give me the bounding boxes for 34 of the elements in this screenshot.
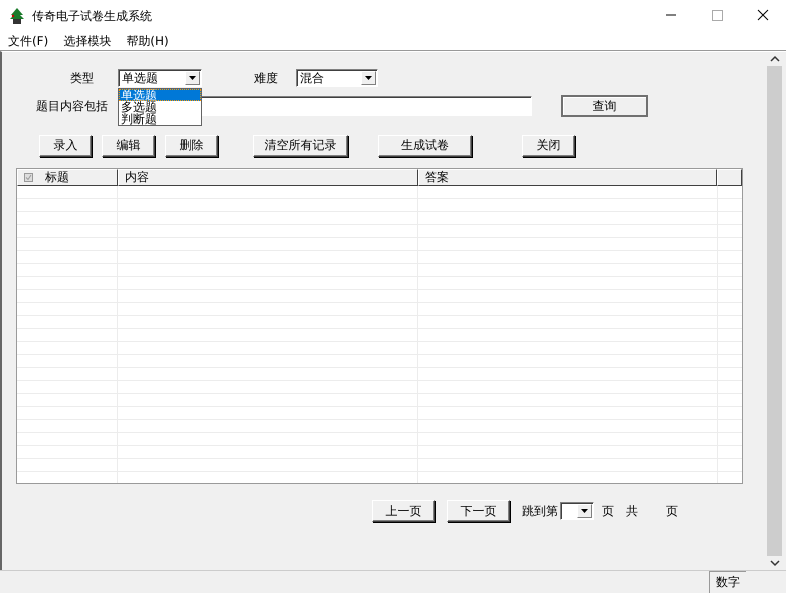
dropdown-option[interactable]: 判断题 (119, 113, 201, 125)
toolbar-button[interactable]: 生成试卷 (378, 134, 472, 156)
toolbar-button[interactable]: 删除 (165, 134, 218, 156)
scroll-down-icon[interactable] (768, 559, 780, 567)
column-header[interactable]: 内容 (118, 169, 418, 186)
menu-item[interactable]: 帮助(H) (126, 32, 169, 50)
type-dropdown[interactable]: 单选题 (118, 69, 202, 87)
field-label: 题目内容包括 (36, 98, 109, 114)
menu-item[interactable]: 选择模块 (63, 32, 112, 50)
page-unit-label: 页 (602, 502, 614, 520)
scroll-up-icon[interactable] (768, 55, 780, 63)
previous-page-button[interactable]: 上一页 (372, 500, 435, 522)
query-button[interactable]: 查询 (561, 95, 648, 117)
toolbar-button[interactable]: 清空所有记录 (253, 134, 348, 156)
page-dropdown[interactable] (560, 502, 594, 520)
column-header[interactable] (717, 169, 742, 186)
window-title: 传奇电子试卷生成系统 (32, 8, 153, 24)
dropdown-option[interactable]: 多选题 (119, 101, 201, 113)
tree-icon (8, 7, 26, 25)
column-header[interactable]: 答案 (418, 169, 717, 186)
difficulty-dropdown[interactable]: 混合 (296, 69, 378, 87)
jump-label: 跳到第 (522, 502, 558, 520)
status-panel: 数字 (709, 571, 746, 593)
menu-item[interactable]: 文件(F) (8, 32, 48, 50)
toolbar-button[interactable]: 录入 (39, 134, 92, 156)
toolbar-button[interactable]: 编辑 (102, 134, 155, 156)
next-page-button[interactable]: 下一页 (447, 500, 510, 522)
field-label: 难度 (254, 70, 279, 86)
total-label: 共 (626, 502, 638, 520)
toolbar-button[interactable]: 关闭 (522, 134, 575, 156)
column-header[interactable]: 标题 (17, 169, 118, 186)
field-label: 类型 (70, 70, 95, 86)
page-unit-label: 页 (666, 502, 678, 520)
checkbox-icon[interactable] (24, 173, 33, 182)
